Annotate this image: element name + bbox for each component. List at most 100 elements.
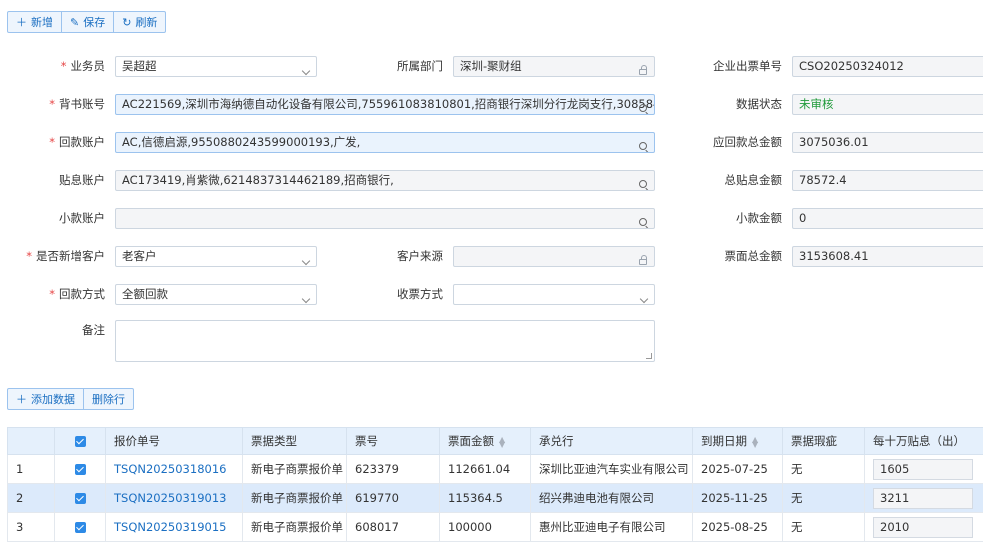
collect-mode-label: 收票方式 [397, 287, 443, 301]
cell-due: 2025-11-25 [692, 483, 783, 513]
row-checkbox[interactable] [74, 493, 86, 504]
table-toolbar: ＋添加数据 删除行 [7, 388, 134, 410]
save-button[interactable]: ✎ 保存 [62, 12, 115, 32]
repay-acct-label: * 回款账户 [49, 135, 105, 149]
small-amt-field: 0 [792, 208, 983, 229]
quote-link[interactable]: TSQN20250319015 [105, 512, 243, 542]
remark-textarea[interactable] [115, 320, 655, 362]
bills-table: 报价单号 票据类型 票号 票面金额 ▲ ▼ 承兑行 到期日期 ▲ ▼ 票据瑕疵 每十万贴… [7, 427, 983, 542]
cust-src-label: 客户来源 [397, 249, 443, 263]
quote-link[interactable]: TSQN20250319013 [105, 483, 243, 513]
table-row[interactable]: 2 TSQN20250319013 新电子商票报价单 619770 115364… [7, 483, 983, 513]
refresh-icon: ↻ [122, 15, 132, 29]
lock-icon [639, 255, 647, 265]
quote-link[interactable]: TSQN20250318016 [105, 454, 243, 484]
discount-acct-label: 贴息账户 [59, 173, 105, 187]
chevron-down-icon [639, 294, 649, 304]
chevron-down-icon [301, 256, 311, 266]
add-button[interactable]: ＋新增 [8, 12, 62, 32]
col-select-all[interactable] [54, 427, 106, 455]
new-customer-select[interactable]: 老客户 [115, 246, 317, 267]
dept-field: 深圳-聚财组 [453, 56, 655, 77]
refresh-button[interactable]: ↻ 刷新 [114, 12, 165, 32]
row-checkbox-cell[interactable] [54, 454, 106, 484]
search-icon[interactable] [639, 218, 647, 226]
remark-label: 备注 [82, 323, 105, 337]
status-label: 数据状态 [736, 97, 782, 111]
rate-input[interactable]: 2010 [873, 516, 973, 538]
cell-rate: 2010 [864, 512, 983, 542]
delete-row-button[interactable]: 删除行 [84, 389, 133, 409]
cell-amount: 112661.04 [439, 454, 531, 484]
cust-src-field [453, 246, 655, 267]
sort-icon[interactable]: ▲ ▼ [499, 435, 505, 448]
col-due[interactable]: 到期日期 ▲ ▼ [692, 427, 783, 455]
status-field: 未审核 [792, 94, 983, 115]
endorse-account-field[interactable]: AC221569,深圳市海纳德自动化设备有限公司,755961083810801… [115, 94, 655, 115]
cell-bank: 绍兴弗迪电池有限公司 [530, 483, 693, 513]
search-icon[interactable] [639, 180, 647, 188]
face-total-label: 票面总金额 [724, 249, 783, 263]
cell-no: 608017 [346, 512, 440, 542]
row-index: 2 [7, 483, 55, 513]
row-checkbox[interactable] [74, 464, 86, 475]
cell-type: 新电子商票报价单 [242, 512, 347, 542]
lock-icon [639, 65, 647, 75]
search-icon[interactable] [639, 104, 647, 112]
face-total-field: 3153608.41 [792, 246, 983, 267]
table-header-row: 报价单号 票据类型 票号 票面金额 ▲ ▼ 承兑行 到期日期 ▲ ▼ 票据瑕疵 每十万贴… [7, 427, 983, 455]
col-type[interactable]: 票据类型 [242, 427, 347, 455]
small-acct-label: 小款账户 [59, 211, 105, 225]
dept-label: 所属部门 [397, 59, 443, 73]
cell-type: 新电子商票报价单 [242, 483, 347, 513]
cell-bank: 深圳比亚迪汽车实业有限公司 [530, 454, 693, 484]
cell-flaw: 无 [782, 454, 865, 484]
rate-input[interactable]: 3211 [873, 487, 973, 509]
salesman-select[interactable]: 吴超超 [115, 56, 317, 77]
cell-due: 2025-08-25 [692, 512, 783, 542]
resize-grip-icon[interactable] [646, 353, 652, 359]
main-toolbar: ＋新增 ✎ 保存 ↻ 刷新 [7, 11, 167, 33]
cell-bank: 惠州比亚迪电子有限公司 [530, 512, 693, 542]
select-all-checkbox[interactable] [74, 436, 86, 447]
rate-input[interactable]: 1605 [873, 458, 973, 480]
row-checkbox[interactable] [74, 522, 86, 533]
col-no[interactable]: 票号 [346, 427, 440, 455]
repay-mode-label: * 回款方式 [49, 287, 105, 301]
table-row[interactable]: 3 TSQN20250319015 新电子商票报价单 608017 100000… [7, 512, 983, 542]
plus-icon: ＋ [16, 393, 27, 406]
row-index: 3 [7, 512, 55, 542]
new-cust-label: * 是否新增客户 [26, 249, 105, 263]
discount-total-label: 总贴息金额 [724, 173, 783, 187]
cell-rate: 1605 [864, 454, 983, 484]
cell-flaw: 无 [782, 483, 865, 513]
repay-total-field: 3075036.01 [792, 132, 983, 153]
cell-no: 619770 [346, 483, 440, 513]
cell-amount: 115364.5 [439, 483, 531, 513]
table-row[interactable]: 1 TSQN20250318016 新电子商票报价单 623379 112661… [7, 454, 983, 484]
col-index [7, 427, 55, 455]
cell-due: 2025-07-25 [692, 454, 783, 484]
repay-account-field[interactable]: AC,信德启源,9550880243599000193,广发, [115, 132, 655, 153]
add-row-button[interactable]: ＋添加数据 [8, 389, 84, 409]
row-checkbox-cell[interactable] [54, 483, 106, 513]
row-checkbox-cell[interactable] [54, 512, 106, 542]
search-icon[interactable] [639, 142, 647, 150]
small-account-field[interactable] [115, 208, 655, 229]
cell-rate: 3211 [864, 483, 983, 513]
endorse-label: * 背书账号 [49, 97, 105, 111]
repay-mode-select[interactable]: 全额回款 [115, 284, 317, 305]
cell-no: 623379 [346, 454, 440, 484]
collect-mode-select[interactable] [453, 284, 655, 305]
ticket-no-label: 企业出票单号 [713, 59, 782, 73]
col-quote[interactable]: 报价单号 [105, 427, 243, 455]
cell-amount: 100000 [439, 512, 531, 542]
col-amount[interactable]: 票面金额 ▲ ▼ [439, 427, 531, 455]
col-flaw[interactable]: 票据瑕疵 [782, 427, 865, 455]
col-bank[interactable]: 承兑行 [530, 427, 693, 455]
col-rate[interactable]: 每十万贴息（出） [864, 427, 983, 455]
sort-icon[interactable]: ▲ ▼ [752, 435, 758, 448]
discount-account-field[interactable]: AC173419,肖紫微,6214837314462189,招商银行, [115, 170, 655, 191]
small-amt-label: 小款金额 [736, 211, 782, 225]
discount-total-field: 78572.4 [792, 170, 983, 191]
